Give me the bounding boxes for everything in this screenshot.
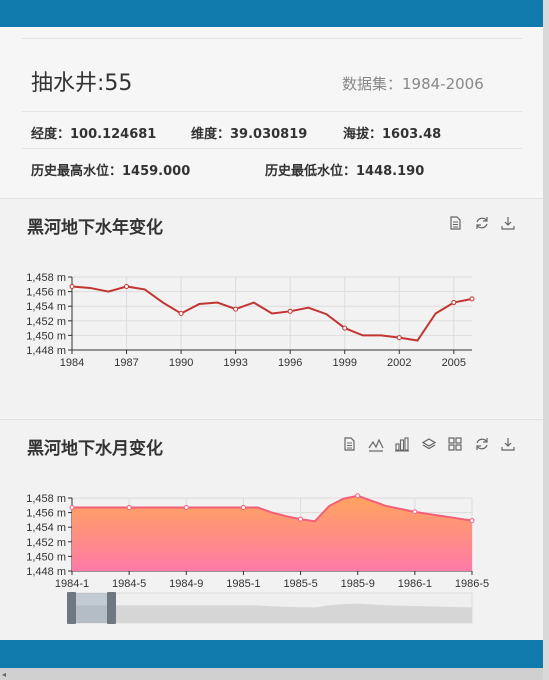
x-tick-label: 1984: [60, 357, 84, 369]
y-tick-label: 1,450 m: [26, 330, 66, 342]
data-point[interactable]: [69, 504, 75, 510]
y-tick-label: 1,452 m: [26, 537, 66, 549]
altitude-value: 海拔：1603.48: [343, 127, 442, 142]
datazoom-start-handle[interactable]: [67, 592, 76, 624]
window-edge: [543, 0, 549, 680]
restore-icon[interactable]: [474, 215, 490, 231]
top-bar: [0, 0, 543, 27]
data-point[interactable]: [287, 308, 293, 314]
restore-icon[interactable]: [474, 436, 490, 452]
divider: [0, 419, 543, 420]
data-point[interactable]: [342, 325, 348, 331]
x-tick-label: 1990: [169, 357, 193, 369]
data-point[interactable]: [469, 296, 475, 302]
x-tick-label: 1993: [223, 357, 247, 369]
data-point[interactable]: [240, 504, 246, 510]
y-tick-label: 1,448 m: [26, 566, 66, 578]
data-point[interactable]: [412, 509, 418, 515]
divider: [22, 148, 522, 149]
x-tick-label: 2005: [442, 357, 466, 369]
save-image-icon[interactable]: [500, 436, 516, 452]
x-tick-label: 1985-5: [283, 578, 317, 590]
datazoom-window[interactable]: [72, 593, 112, 623]
data-view-icon[interactable]: [341, 436, 357, 452]
divider: [0, 198, 543, 199]
divider: [22, 38, 522, 39]
bottom-bar: [0, 640, 543, 668]
datazoom-end-handle[interactable]: [107, 592, 116, 624]
max-water-level: 历史最高水位：1459.000: [31, 164, 191, 179]
x-tick-label: 1985-9: [341, 578, 375, 590]
x-tick-label: 1984-9: [169, 578, 203, 590]
line-chart-icon[interactable]: [368, 436, 384, 452]
dataset-range: 数据集：1984-2006: [342, 75, 484, 93]
x-tick-label: 2002: [387, 357, 411, 369]
data-point[interactable]: [183, 504, 189, 510]
status-strip: ◂: [0, 668, 543, 680]
divider: [22, 111, 522, 112]
data-point[interactable]: [178, 311, 184, 316]
monthly-chart[interactable]: 1,448 m 1,450 m 1,452 m 1,454 m 1,456 m 1,458…: [0, 484, 543, 629]
data-point[interactable]: [298, 516, 304, 522]
y-tick-label: 1,456 m: [26, 508, 66, 520]
latitude-value: 维度：39.030819: [191, 127, 308, 142]
longitude-value: 经度：100.124681: [31, 127, 157, 142]
data-point[interactable]: [355, 493, 361, 499]
save-image-icon[interactable]: [500, 215, 516, 231]
x-tick-label: 1984-5: [112, 578, 146, 590]
tiled-icon[interactable]: [447, 436, 463, 452]
x-tick-label: 1999: [332, 357, 356, 369]
x-tick-label: 1985-1: [226, 578, 260, 590]
y-tick-label: 1,452 m: [26, 316, 66, 328]
y-tick-label: 1,458 m: [26, 493, 66, 505]
yearly-chart[interactable]: 1,448 m 1,450 m 1,452 m 1,454 m 1,456 m 1,458…: [0, 262, 543, 377]
x-tick-label: 1986-5: [455, 578, 489, 590]
x-tick-label: 1996: [278, 357, 302, 369]
x-tick-label: 1986-1: [398, 578, 432, 590]
x-tick-label: 1984-1: [55, 578, 89, 590]
resize-grip-icon[interactable]: ◂: [2, 670, 6, 679]
data-point[interactable]: [451, 300, 457, 306]
series-line: [71, 285, 473, 342]
yearly-chart-title: 黑河地下水年变化: [27, 218, 163, 238]
stack-icon[interactable]: [421, 436, 437, 452]
y-tick-label: 1,458 m: [26, 272, 66, 284]
data-view-icon[interactable]: [447, 215, 463, 231]
data-point[interactable]: [469, 518, 475, 524]
data-point[interactable]: [69, 283, 75, 289]
x-tick-label: 1987: [114, 357, 138, 369]
min-water-level: 历史最低水位：1448.190: [265, 164, 425, 179]
data-point[interactable]: [396, 335, 402, 341]
monthly-chart-title: 黑河地下水月变化: [27, 439, 163, 459]
y-tick-label: 1,454 m: [26, 522, 66, 534]
y-tick-label: 1,448 m: [26, 345, 66, 357]
bar-chart-icon[interactable]: [394, 436, 410, 452]
data-point[interactable]: [126, 504, 132, 510]
datazoom-preview: [72, 603, 472, 623]
well-title: 抽水井:55: [31, 71, 133, 96]
data-point[interactable]: [233, 306, 239, 312]
y-tick-label: 1,454 m: [26, 301, 66, 313]
y-tick-label: 1,450 m: [26, 551, 66, 563]
y-tick-label: 1,456 m: [26, 287, 66, 299]
data-point[interactable]: [124, 283, 130, 289]
